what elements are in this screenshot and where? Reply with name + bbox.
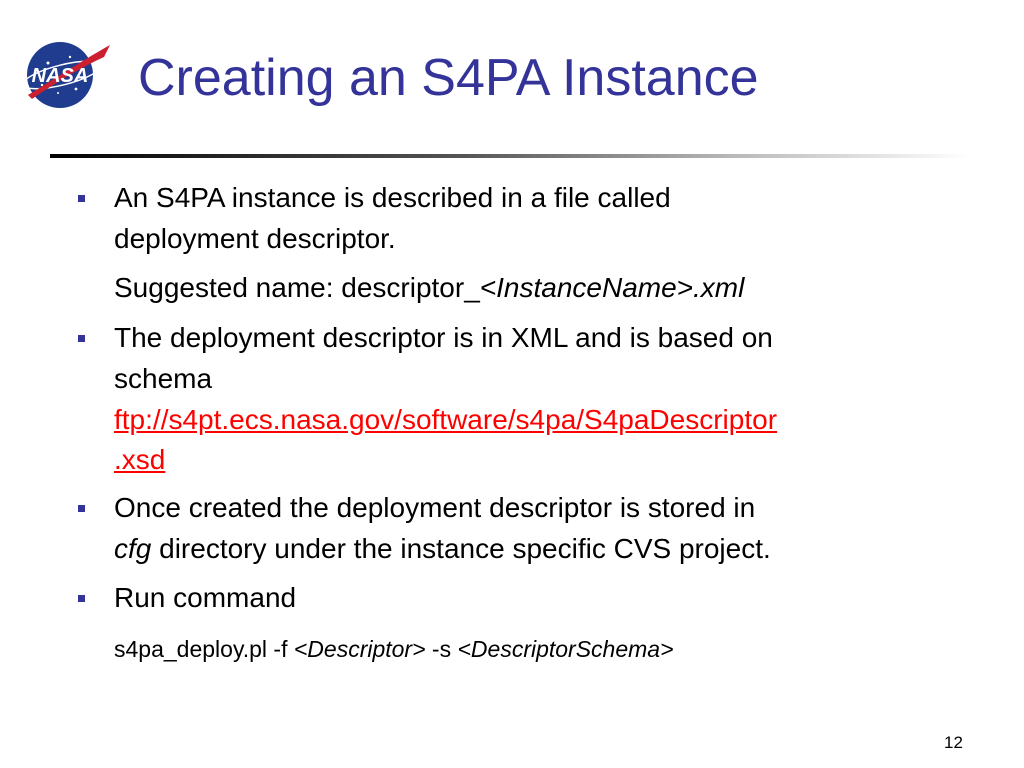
bullet-marker — [78, 335, 85, 342]
schema-link-continued[interactable]: .xsd — [114, 446, 165, 474]
bullet-3-line-2-rest: directory under the instance specific CV… — [151, 533, 771, 564]
suggested-name-prefix: Suggested name: descriptor_ — [114, 272, 480, 303]
bullet-marker — [78, 505, 85, 512]
suggested-name-value: <InstanceName>.xml — [479, 272, 745, 303]
slide-body: An S4PA instance is described in a file … — [0, 0, 1024, 768]
bullet-2-line-2: schema — [114, 363, 213, 394]
bullet-4-line-1: Run command — [114, 582, 297, 613]
deploy-command: s4pa_deploy.pl -f <Descriptor> -s <Descr… — [114, 638, 674, 661]
bullet-1-line-2: deployment descriptor. — [114, 223, 396, 254]
bullet-3-line-2: cfg directory under the instance specifi… — [114, 535, 771, 563]
bullet-3-line-1: Once created the deployment descriptor i… — [114, 492, 756, 523]
bullet-marker — [78, 595, 85, 602]
descriptor-arg: <Descriptor> — [293, 636, 426, 662]
descriptor-schema-arg: <DescriptorSchema> — [457, 636, 674, 662]
command-part-2: -s — [425, 636, 458, 662]
cfg-term: cfg — [114, 533, 152, 564]
command-part-1: s4pa_deploy.pl -f — [114, 636, 294, 662]
page-number: 12 — [944, 733, 963, 752]
bullet-2-line-1: The deployment descriptor is in XML and … — [114, 322, 773, 353]
bullet-1-subtext: Suggested name: descriptor_<InstanceName… — [114, 274, 744, 302]
bullet-1-line-1: An S4PA instance is described in a file … — [114, 182, 671, 213]
schema-link[interactable]: ftp://s4pt.ecs.nasa.gov/software/s4pa/S4… — [114, 406, 777, 434]
bullet-marker — [78, 195, 85, 202]
